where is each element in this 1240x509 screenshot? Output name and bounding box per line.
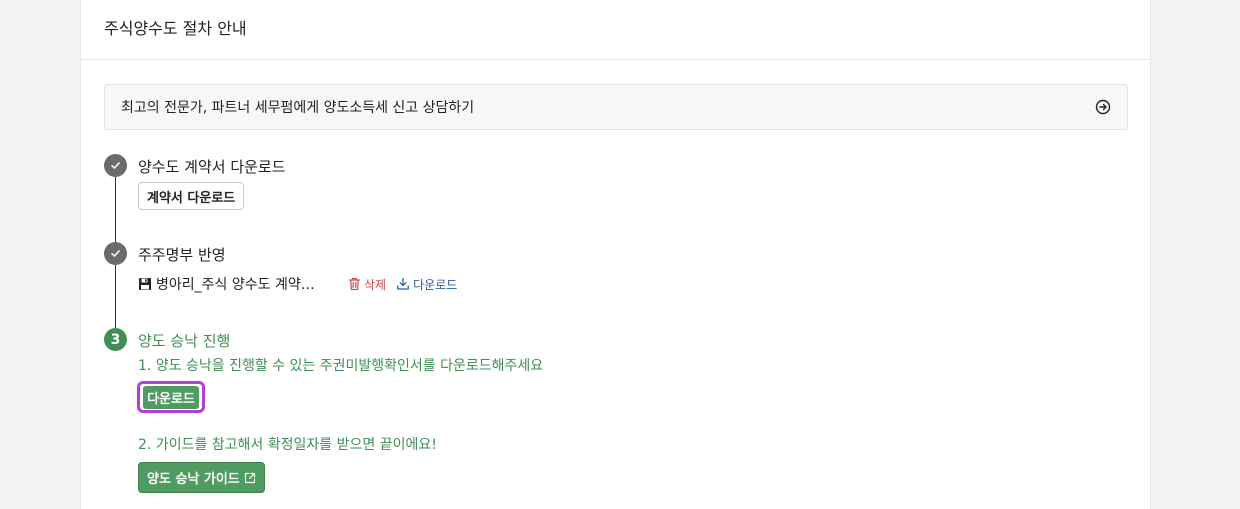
file-delete-label: 삭제 (364, 277, 387, 292)
step-3-title: 양도 승낙 진행 (138, 332, 231, 350)
file-name: 병아리_주식 양수도 계약서_2024.pdf (156, 277, 326, 293)
step-3-instruction-1: 1. 양도 승낙을 진행할 수 있는 주권미발행확인서를 다운로드해주세요 (138, 358, 544, 374)
page-title: 주식양수도 절차 안내 (104, 18, 247, 38)
file-download-button[interactable]: 다운로드 (396, 276, 457, 293)
external-link-icon (244, 472, 255, 483)
guide-button-label: 양도 승낙 가이드 (147, 472, 240, 487)
procedure-card: 주식양수도 절차 안내 최고의 전문가, 파트너 세무펌에게 양도소득세 신고 … (80, 0, 1151, 509)
step-1-check-icon (104, 154, 127, 177)
tax-consult-banner[interactable]: 최고의 전문가, 파트너 세무펌에게 양도소득세 신고 상담하기 (104, 84, 1128, 130)
uploaded-file-row: 병아리_주식 양수도 계약서_2024.pdf 삭제 다운로드 (138, 274, 457, 294)
consult-banner-text: 최고의 전문가, 파트너 세무펌에게 양도소득세 신고 상담하기 (121, 100, 475, 116)
certificate-download-button[interactable]: 다운로드 (143, 385, 199, 409)
card-header: 주식양수도 절차 안내 (81, 0, 1150, 60)
file-download-label: 다운로드 (413, 277, 458, 292)
step-1-title: 양수도 계약서 다운로드 (138, 158, 286, 176)
floppy-disk-icon (139, 278, 151, 290)
download-icon (397, 277, 409, 290)
certificate-download-focus-ring: 다운로드 (137, 381, 205, 413)
step-3-number-badge: 3 (104, 328, 127, 351)
transfer-guide-button[interactable]: 양도 승낙 가이드 (138, 462, 265, 493)
file-delete-button[interactable]: 삭제 (348, 276, 386, 293)
arrow-circle-right-icon (1095, 99, 1111, 115)
contract-download-button[interactable]: 계약서 다운로드 (138, 182, 245, 210)
step-3-instruction-2: 2. 가이드를 참고해서 확정일자를 받으면 끝이에요! (138, 437, 437, 453)
trash-icon (348, 277, 361, 291)
step-2-check-icon (104, 242, 127, 265)
step-2-title: 주주명부 반영 (138, 246, 226, 264)
